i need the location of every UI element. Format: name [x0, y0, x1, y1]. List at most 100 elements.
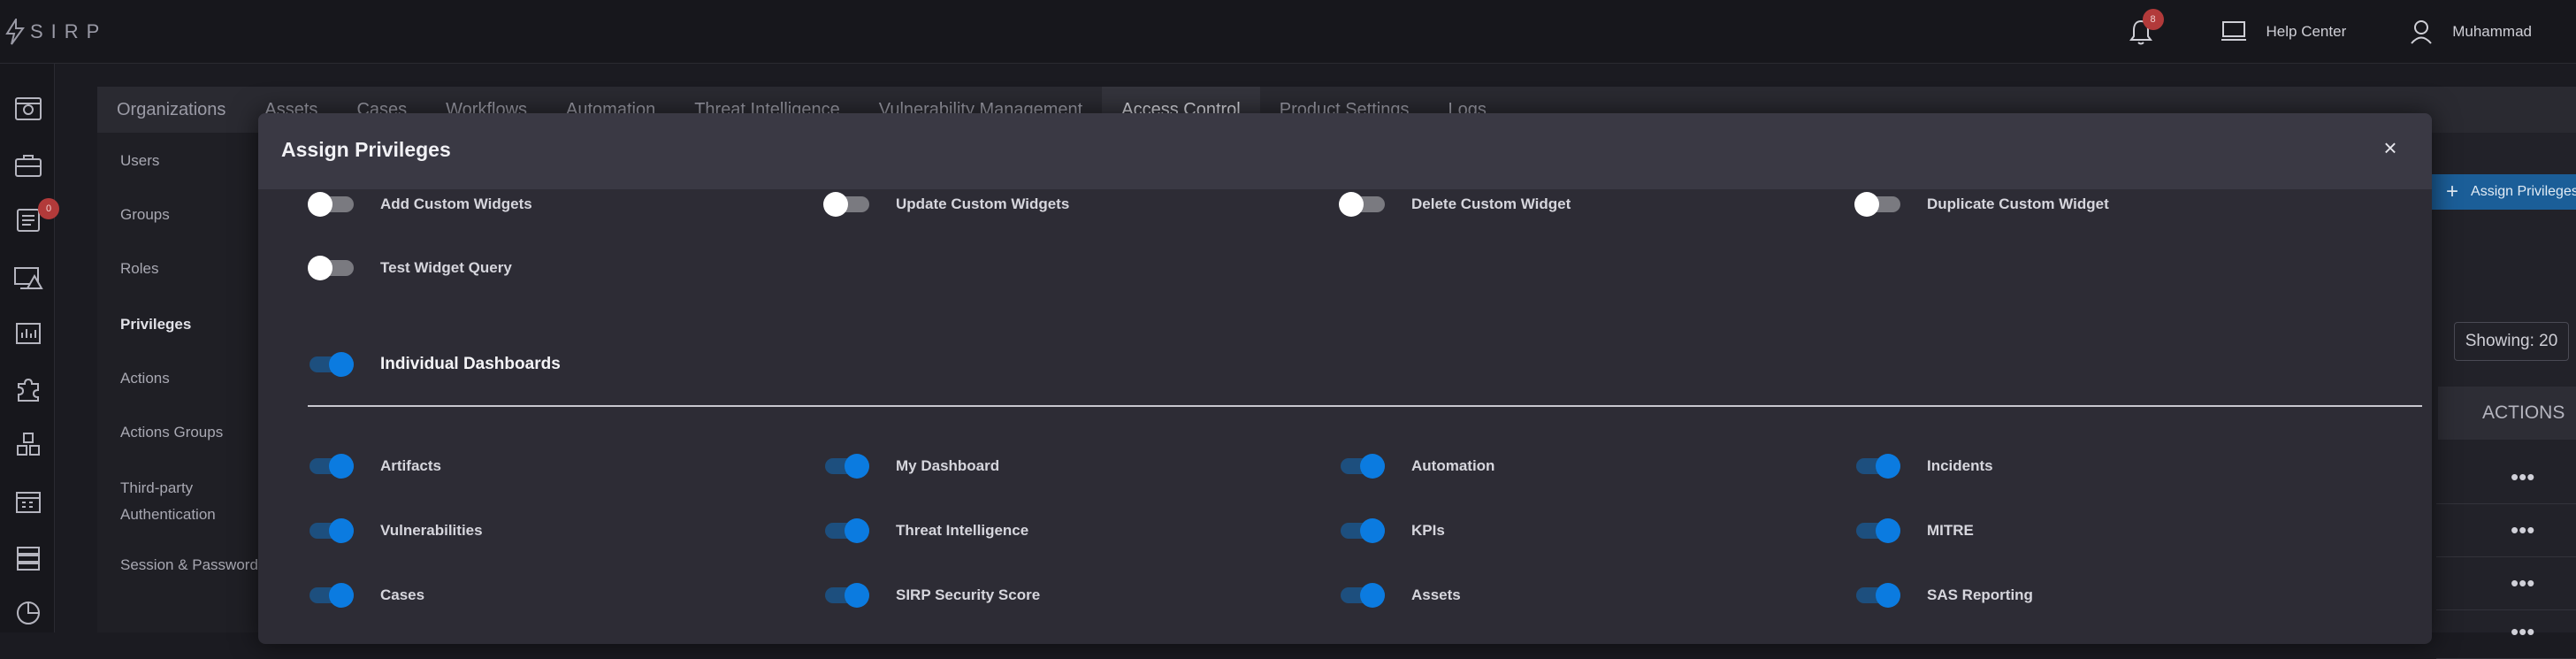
toggle-switch[interactable]	[1854, 519, 1900, 542]
analytics-icon[interactable]	[13, 318, 43, 349]
privilege-label: Cases	[380, 586, 424, 604]
subnav-item-privileges[interactable]: Privileges	[120, 311, 191, 338]
toggle-switch[interactable]	[308, 353, 354, 376]
user-menu[interactable]: Muhammad	[2410, 19, 2532, 44]
toggle-switch[interactable]	[1339, 584, 1385, 607]
privilege-toggle-my-dashboard[interactable]: My Dashboard	[823, 455, 999, 478]
privilege-toggle-threat-intelligence[interactable]: Threat Intelligence	[823, 519, 1028, 542]
privilege-toggle-automation[interactable]: Automation	[1339, 455, 1494, 478]
top-right-controls: 8 Help Center Muhammad	[2123, 0, 2576, 64]
sirp-logo[interactable]: SIRP	[5, 18, 107, 46]
dashboard-icon[interactable]	[13, 94, 43, 124]
toggle-switch[interactable]	[308, 519, 354, 542]
subnav-item-groups[interactable]: Groups	[120, 202, 170, 228]
privilege-toggle-cases[interactable]: Cases	[308, 584, 424, 607]
privilege-label: Artifacts	[380, 457, 441, 475]
row-actions-menu[interactable]: •••	[2436, 557, 2576, 610]
pie-chart-icon[interactable]	[13, 598, 43, 628]
privilege-toggle-add-custom-widgets[interactable]: Add Custom Widgets	[308, 193, 532, 216]
assign-privileges-button[interactable]: + Assign Privileges	[2428, 174, 2576, 210]
briefcase-icon[interactable]	[13, 150, 43, 180]
bolt-icon	[5, 19, 25, 45]
calendar-icon[interactable]	[13, 487, 43, 517]
modal-title: Assign Privileges	[281, 138, 451, 162]
privilege-toggle-duplicate-custom-widget[interactable]: Duplicate Custom Widget	[1854, 193, 2109, 216]
puzzle-icon[interactable]	[13, 375, 43, 405]
cases-icon[interactable]: 0	[13, 205, 43, 235]
access-control-subnav: Users Groups Roles Privileges Actions Ac…	[97, 133, 265, 632]
assign-privileges-label: Assign Privileges	[2471, 184, 2576, 200]
toggle-switch[interactable]	[823, 455, 869, 478]
privilege-toggle-sas-reporting[interactable]: SAS Reporting	[1854, 584, 2033, 607]
group-toggle-individual-dashboards[interactable]: Individual Dashboards	[308, 353, 561, 376]
privilege-label: SAS Reporting	[1927, 586, 2033, 604]
row-actions-menu[interactable]: •••	[2436, 606, 2576, 659]
privilege-label: SIRP Security Score	[896, 586, 1040, 604]
brand-name: SIRP	[30, 20, 107, 43]
subnav-item-roles[interactable]: Roles	[120, 256, 158, 282]
privilege-label: Assets	[1411, 586, 1461, 604]
assign-privileges-modal: Assign Privileges × Add Custom Widgets U…	[258, 113, 2432, 644]
notification-badge: 8	[2143, 9, 2164, 30]
subnav-item-actions[interactable]: Actions	[120, 365, 170, 392]
privilege-label: Automation	[1411, 457, 1494, 475]
close-icon[interactable]: ×	[2377, 134, 2404, 161]
privilege-toggle-delete-custom-widget[interactable]: Delete Custom Widget	[1339, 193, 1571, 216]
privilege-toggle-sirp-security-score[interactable]: SIRP Security Score	[823, 584, 1040, 607]
privilege-toggle-mitre[interactable]: MITRE	[1854, 519, 1974, 542]
monitor-icon	[2221, 20, 2247, 43]
cases-badge: 0	[38, 198, 59, 219]
subnav-item-third-party-authentication[interactable]: Third-party Authentication	[120, 475, 253, 528]
row-actions-menu[interactable]: •••	[2436, 504, 2576, 557]
left-navigation: 0	[0, 64, 55, 632]
alert-monitor-icon[interactable]	[13, 264, 43, 294]
actions-column-header: ACTIONS	[2438, 387, 2576, 440]
modal-header: Assign Privileges ×	[258, 113, 2432, 189]
privilege-label: Threat Intelligence	[896, 522, 1028, 540]
privilege-label: Add Custom Widgets	[380, 195, 532, 213]
toggle-switch[interactable]	[1339, 455, 1385, 478]
toggle-switch[interactable]	[308, 193, 354, 216]
showing-count-select[interactable]: Showing: 20	[2454, 322, 2569, 361]
row-actions-menu[interactable]: •••	[2436, 451, 2576, 504]
toggle-switch[interactable]	[1339, 519, 1385, 542]
help-center-link[interactable]: Help Center	[2221, 20, 2347, 43]
cubes-icon[interactable]	[13, 430, 43, 460]
plus-icon: +	[2446, 181, 2458, 203]
database-icon[interactable]	[13, 543, 43, 573]
help-center-label: Help Center	[2266, 23, 2347, 41]
toggle-switch[interactable]	[823, 519, 869, 542]
privilege-label: KPIs	[1411, 522, 1445, 540]
subnav-item-session-password[interactable]: Session & Password	[120, 552, 258, 579]
privilege-toggle-update-custom-widgets[interactable]: Update Custom Widgets	[823, 193, 1069, 216]
privilege-label: Test Widget Query	[380, 259, 512, 277]
toggle-switch[interactable]	[308, 257, 354, 280]
toggle-switch[interactable]	[823, 584, 869, 607]
privilege-toggle-assets[interactable]: Assets	[1339, 584, 1461, 607]
group-label: Individual Dashboards	[380, 355, 561, 374]
tab-organizations[interactable]: Organizations	[97, 87, 245, 133]
privilege-toggle-incidents[interactable]: Incidents	[1854, 455, 1993, 478]
subnav-item-actions-groups[interactable]: Actions Groups	[120, 419, 223, 446]
toggle-switch[interactable]	[823, 193, 869, 216]
privilege-label: Incidents	[1927, 457, 1993, 475]
toggle-switch[interactable]	[1854, 193, 1900, 216]
privilege-toggle-artifacts[interactable]: Artifacts	[308, 455, 441, 478]
user-name: Muhammad	[2452, 23, 2532, 41]
subnav-item-users[interactable]: Users	[120, 148, 159, 174]
toggle-switch[interactable]	[1854, 584, 1900, 607]
toggle-switch[interactable]	[308, 455, 354, 478]
privilege-label: Delete Custom Widget	[1411, 195, 1571, 213]
toggle-switch[interactable]	[308, 584, 354, 607]
notifications-button[interactable]: 8	[2123, 14, 2159, 50]
privilege-label: My Dashboard	[896, 457, 999, 475]
toggle-switch[interactable]	[1339, 193, 1385, 216]
group-divider	[308, 405, 2422, 407]
toggle-switch[interactable]	[1854, 455, 1900, 478]
privilege-toggle-test-widget-query[interactable]: Test Widget Query	[308, 257, 512, 280]
privilege-label: Vulnerabilities	[380, 522, 483, 540]
top-bar: SIRP 8 Help Center Muhammad	[0, 0, 2576, 64]
privilege-toggle-vulnerabilities[interactable]: Vulnerabilities	[308, 519, 483, 542]
privilege-label: Duplicate Custom Widget	[1927, 195, 2109, 213]
privilege-toggle-kpis[interactable]: KPIs	[1339, 519, 1445, 542]
